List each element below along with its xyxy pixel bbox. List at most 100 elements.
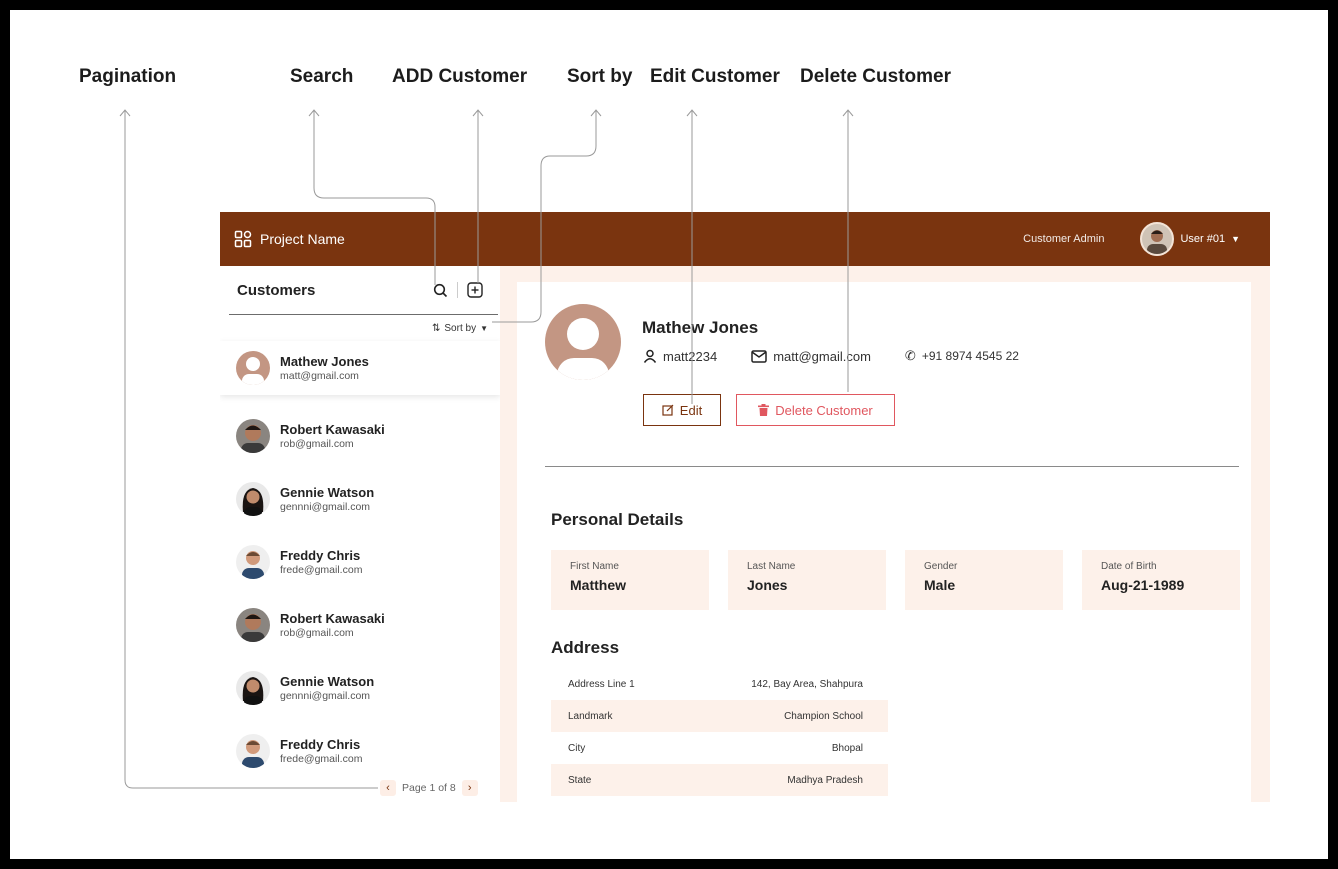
address-table: Address Line 1 142, Bay Area, Shahpura La… (551, 668, 888, 796)
customer-name: Freddy Chris (280, 547, 361, 563)
address-row: Address Line 1 142, Bay Area, Shahpura (551, 668, 888, 700)
customer-email: rob@gmail.com (280, 626, 354, 639)
profile-username: matt2234 (663, 348, 718, 364)
page-indicator: Page 1 of 8 (402, 782, 456, 794)
customer-name: Gennie Watson (280, 484, 375, 500)
address-label: Address Line 1 (568, 678, 635, 690)
annotation-delete-customer: Delete Customer (800, 66, 951, 87)
chevron-down-icon: ▼ (1231, 234, 1240, 244)
customer-email: frede@gmail.com (280, 752, 363, 765)
sort-icon: ⇅ (432, 322, 441, 334)
avatar (236, 670, 270, 705)
avatar (236, 418, 270, 453)
detail-label: Gender (924, 561, 958, 572)
address-row: City Bhopal (551, 732, 888, 764)
delete-label: Delete Customer (775, 402, 873, 418)
profile-avatar (545, 304, 621, 380)
address-value: Madhya Pradesh (787, 774, 863, 786)
user-menu[interactable]: User #01 ▼ (1140, 222, 1240, 256)
profile-email: matt@gmail.com (773, 348, 871, 364)
customer-list: Mathew Jones matt@gmail.com Robert Kawasa… (220, 341, 500, 782)
list-item[interactable]: Robert Kawasaki rob@gmail.com (220, 593, 500, 656)
detail-value: Matthew (570, 577, 626, 593)
address-value: Bhopal (831, 742, 863, 754)
search-button[interactable] (431, 281, 449, 299)
address-value: 142, Bay Area, Shahpura (751, 678, 863, 690)
customer-email: rob@gmail.com (280, 437, 354, 450)
detail-value: Jones (747, 577, 788, 593)
profile-info: matt2234 matt@gmail.com ✆ +91 8974 4545 2… (643, 348, 1019, 364)
app-window: Project Name Customer Admin User #01 ▼ C… (220, 212, 1270, 802)
role-label: Customer Admin (1023, 233, 1105, 245)
next-page-button[interactable]: › (461, 780, 478, 796)
customer-name: Mathew Jones (280, 354, 369, 369)
edit-label: Edit (679, 402, 703, 418)
user-name: User #01 (1180, 233, 1226, 245)
avatar (236, 607, 270, 642)
detail-card: First Name Matthew (551, 550, 709, 610)
divider (545, 466, 1239, 467)
trash-icon (758, 404, 770, 416)
customer-detail-panel: Mathew Jones matt2234 matt@gmail.com ✆ +9… (517, 282, 1251, 802)
chevron-down-icon: ▼ (480, 323, 488, 333)
brand[interactable]: Project Name (234, 230, 345, 248)
detail-card: Date of Birth Aug-21-1989 (1082, 550, 1240, 610)
list-item[interactable]: Freddy Chris frede@gmail.com (220, 530, 500, 593)
customer-name: Robert Kawasaki (280, 610, 385, 626)
detail-label: Last Name (747, 561, 796, 572)
sidebar-title: Customers (237, 281, 316, 299)
icon-separator (457, 282, 458, 298)
list-item[interactable]: Freddy Chris frede@gmail.com (220, 719, 500, 782)
personal-details-cards: First Name Matthew Last Name Jones Gender M… (551, 550, 1240, 610)
profile-phone: +91 8974 4545 22 (921, 349, 1019, 363)
user-icon (643, 349, 657, 363)
list-item[interactable]: Mathew Jones matt@gmail.com (220, 341, 500, 395)
detail-label: Date of Birth (1101, 561, 1157, 572)
project-name: Project Name (260, 231, 345, 247)
personal-details-title: Personal Details (551, 510, 684, 529)
sort-label: Sort by (444, 322, 477, 334)
add-customer-button[interactable] (466, 281, 484, 299)
list-item[interactable]: Robert Kawasaki rob@gmail.com (220, 404, 500, 467)
plus-square-icon (467, 282, 483, 298)
detail-label: First Name (570, 561, 619, 572)
address-row: Landmark Champion School (551, 700, 888, 732)
mail-icon (751, 349, 767, 363)
edit-icon (662, 404, 674, 416)
user-avatar (1140, 222, 1175, 256)
annotation-edit-customer: Edit Customer (650, 66, 780, 87)
main-content: Mathew Jones matt2234 matt@gmail.com ✆ +9… (500, 266, 1270, 802)
delete-customer-button[interactable]: Delete Customer (736, 394, 895, 426)
detail-value: Male (924, 577, 956, 593)
customer-email: gennni@gmail.com (280, 500, 371, 513)
annotation-pagination: Pagination (79, 66, 177, 87)
address-label: State (568, 774, 592, 786)
address-title: Address (551, 638, 620, 657)
customer-email: gennni@gmail.com (280, 689, 371, 702)
customer-email: frede@gmail.com (280, 563, 363, 576)
chevron-left-icon: ‹ (386, 782, 390, 794)
avatar (236, 733, 270, 768)
detail-value: Aug-21-1989 (1101, 577, 1185, 593)
address-row: State Madhya Pradesh (551, 764, 888, 796)
prev-page-button[interactable]: ‹ (380, 780, 396, 796)
customer-name: Robert Kawasaki (280, 421, 385, 437)
profile-name: Mathew Jones (642, 318, 759, 337)
avatar (236, 481, 270, 516)
phone-icon: ✆ (904, 348, 916, 363)
list-item[interactable]: Gennie Watson gennni@gmail.com (220, 656, 500, 719)
annotation-sort-by: Sort by (567, 66, 633, 87)
annotation-search: Search (290, 66, 354, 87)
address-value: Champion School (784, 710, 863, 722)
sidebar-header: Customers (229, 266, 498, 315)
customer-name: Freddy Chris (280, 736, 361, 752)
detail-card: Gender Male (905, 550, 1063, 610)
sidebar: Customers ⇅ Sort by ▼ Mathew Jones matt@g… (220, 266, 500, 802)
sort-by-dropdown[interactable]: ⇅ Sort by ▼ (220, 315, 500, 341)
edit-button[interactable]: Edit (643, 394, 721, 426)
chevron-right-icon: › (467, 782, 472, 794)
top-bar: Project Name Customer Admin User #01 ▼ (220, 212, 1270, 266)
annotation-add-customer: ADD Customer (392, 66, 528, 87)
customer-name: Gennie Watson (280, 673, 375, 689)
list-item[interactable]: Gennie Watson gennni@gmail.com (220, 467, 500, 530)
